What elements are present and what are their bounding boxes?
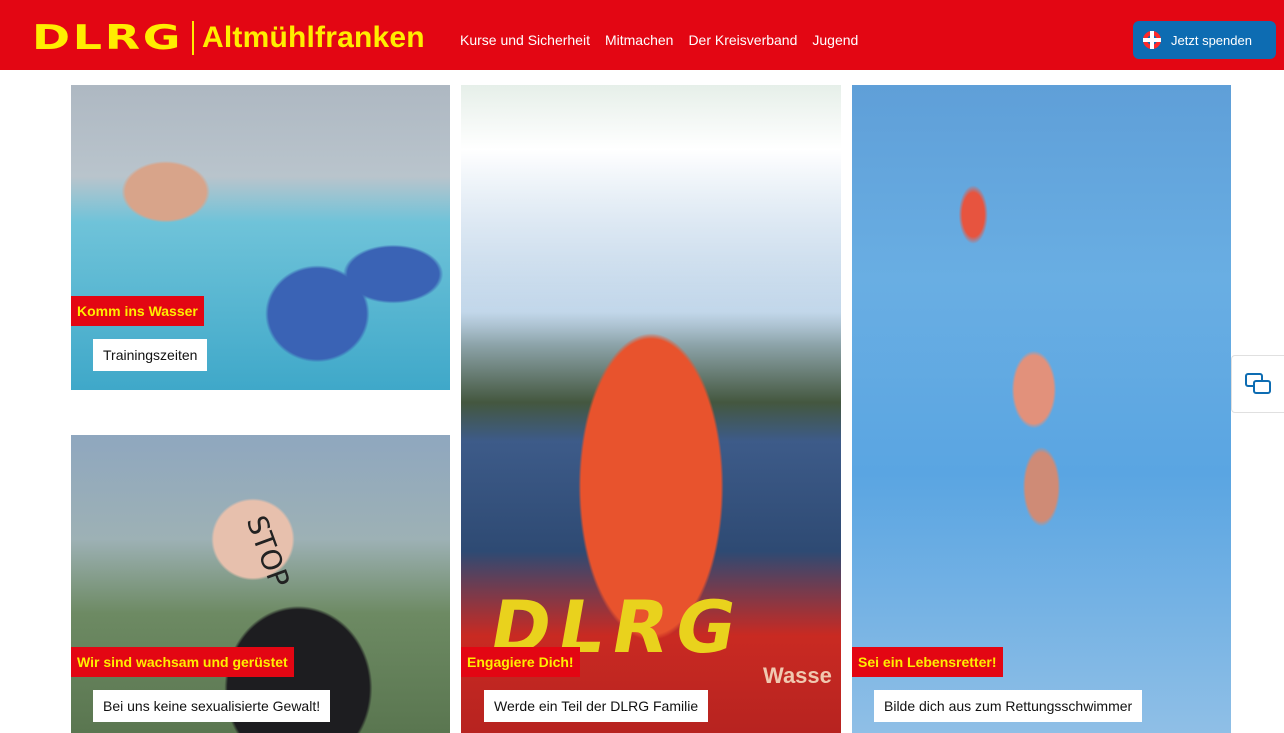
teaser-link[interactable]: Bilde dich aus zum Rettungsschwimmer [874, 690, 1143, 722]
nav-kurse[interactable]: Kurse und Sicherheit [460, 32, 590, 48]
teaser-tile-prevention[interactable]: STOP Wir sind wachsam und gerüstet Bei u… [71, 435, 450, 733]
teaser-heading: Komm ins Wasser [71, 296, 204, 326]
teaser-tile-training[interactable]: Komm ins Wasser Trainingszeiten [71, 85, 450, 390]
logo-brand: DLRG [32, 18, 184, 58]
nav-kreisverband[interactable]: Der Kreisverband [688, 32, 797, 48]
logo-region: Altmühlfranken [202, 21, 425, 54]
teaser-heading: Sei ein Lebensretter! [852, 647, 1003, 677]
nav-jugend[interactable]: Jugend [812, 32, 858, 48]
main-nav: Kurse und Sicherheit Mitmachen Der Kreis… [460, 32, 873, 48]
site-logo[interactable]: DLRG Altmühlfranken [32, 18, 425, 58]
stop-hand-photo [71, 435, 450, 733]
teaser-link[interactable]: Bei uns keine sexualisierte Gewalt! [93, 690, 331, 722]
feedback-tab[interactable] [1231, 355, 1284, 413]
donate-label: Jetzt spenden [1171, 32, 1252, 48]
teaser-heading: Engagiere Dich! [461, 647, 580, 677]
teaser-link[interactable]: Trainingszeiten [93, 339, 208, 371]
nav-mitmachen[interactable]: Mitmachen [605, 32, 673, 48]
site-header: DLRG Altmühlfranken Kurse und Sicherheit… [0, 0, 1284, 70]
donate-button[interactable]: Jetzt spenden [1133, 21, 1276, 59]
chat-icon [1245, 373, 1271, 395]
teaser-link[interactable]: Werde ein Teil der DLRG Familie [484, 690, 709, 722]
teaser-tile-lifeguard[interactable]: Sei ein Lebensretter! Bilde dich aus zum… [852, 85, 1231, 733]
lifebuoy-icon [1143, 31, 1161, 49]
teaser-heading: Wir sind wachsam und gerüstet [71, 647, 294, 677]
underwater-swimmer-photo [852, 85, 1231, 733]
boat-hull-lettering-secondary: Wasse [763, 663, 832, 688]
teaser-tile-engagement[interactable]: DLRG Wasse Engagiere Dich! Werde ein Tei… [461, 85, 841, 733]
